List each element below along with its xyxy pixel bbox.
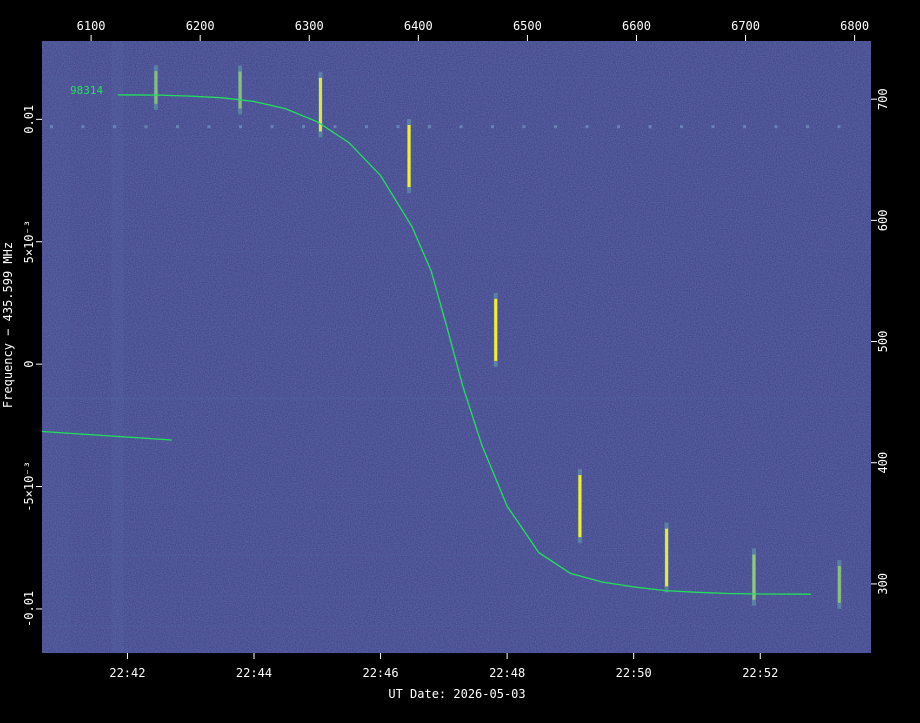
interference-dot	[743, 125, 746, 129]
interference-dot	[365, 125, 368, 129]
detection-mark	[494, 298, 498, 361]
x-axis-title: UT Date: 2026-05-03	[388, 687, 525, 701]
interference-line	[42, 595, 871, 598]
interference-dot	[207, 125, 211, 129]
interference-dot	[239, 125, 242, 129]
y-tick-label: 5×10⁻³	[22, 220, 36, 263]
detection-mark	[837, 566, 841, 603]
interference-dot	[491, 125, 494, 129]
vertical-interference-band	[42, 41, 70, 653]
interference-dot	[302, 125, 305, 129]
interference-line	[42, 326, 871, 329]
interference-dot	[459, 125, 463, 129]
x-axis-top: 6100 6200 6300 6400 6500 6600 6700 6800	[77, 19, 869, 41]
object-id-label: 98314	[70, 84, 103, 97]
interference-dot	[428, 125, 431, 129]
x-top-tick-label: 6400	[404, 19, 433, 33]
x-axis-bottom: 22:42 22:44 22:46 22:48 22:50 22:52	[109, 653, 778, 680]
interference-dot	[522, 125, 526, 129]
x-tick-label: 22:46	[362, 666, 398, 680]
x-tick-label: 22:44	[236, 666, 272, 680]
interference-line	[42, 76, 871, 79]
plot-area	[42, 41, 871, 653]
interference-dot	[144, 125, 148, 129]
chart-svg: 22:42 22:44 22:46 22:48 22:50 22:52 6100 6200 6…	[1, 19, 890, 701]
interference-dot	[554, 125, 557, 129]
interference-line	[42, 137, 871, 140]
detection-mark	[238, 71, 242, 109]
x-top-tick-label: 6800	[840, 19, 869, 33]
x-tick-label: 22:50	[616, 666, 652, 680]
interference-line	[42, 397, 871, 400]
interference-line	[42, 500, 871, 503]
x-top-tick-label: 6600	[622, 19, 651, 33]
interference-dot	[617, 125, 620, 129]
detection-mark	[154, 71, 158, 104]
interference-dot	[113, 125, 116, 129]
interference-dot	[176, 125, 179, 129]
detection-mark	[407, 125, 411, 188]
interference-dot	[806, 125, 809, 129]
y-right-tick-label: 600	[876, 210, 890, 232]
y-tick-label: -5×10⁻³	[22, 461, 36, 512]
y-tick-label: -0.01	[22, 591, 36, 627]
interference-line	[42, 554, 871, 557]
spectrogram-figure: 22:42 22:44 22:46 22:48 22:50 22:52 6100 6200 6…	[0, 0, 920, 719]
interference-dot	[585, 125, 589, 129]
y-axis-left: -0.01 -5×10⁻³ 0 5×10⁻³ 0.01	[22, 105, 42, 627]
interference-dot	[50, 125, 53, 129]
y-axis-title: Frequency − 435.599 MHz	[1, 242, 15, 408]
x-tick-label: 22:52	[742, 666, 778, 680]
y-right-tick-label: 400	[876, 452, 890, 474]
interference-dot	[81, 125, 85, 129]
interference-dot	[270, 125, 274, 129]
spectrogram-noise	[42, 41, 871, 653]
detection-mark	[578, 475, 582, 538]
x-top-tick-label: 6700	[731, 19, 760, 33]
y-right-tick-label: 300	[876, 573, 890, 595]
interference-dot	[774, 125, 778, 129]
interference-dot	[396, 125, 400, 129]
y-tick-label: 0.01	[22, 105, 36, 134]
detection-mark	[665, 528, 669, 587]
interference-dot	[333, 125, 337, 129]
x-top-tick-label: 6500	[513, 19, 542, 33]
vertical-interference-band	[111, 41, 124, 653]
y-right-tick-label: 500	[876, 331, 890, 353]
x-top-tick-label: 6300	[295, 19, 324, 33]
x-tick-label: 22:42	[109, 666, 145, 680]
interference-line	[42, 250, 871, 253]
x-top-tick-label: 6100	[77, 19, 106, 33]
y-right-tick-label: 700	[876, 88, 890, 110]
interference-dot	[711, 125, 715, 129]
y-axis-right: 300 400 500 600 700	[871, 88, 890, 595]
x-top-tick-label: 6200	[186, 19, 215, 33]
detection-mark	[752, 554, 756, 600]
y-tick-label: 0	[22, 360, 36, 367]
interference-dot	[680, 125, 683, 129]
interference-dot	[648, 125, 652, 129]
interference-line	[42, 625, 871, 628]
interference-dot	[837, 125, 841, 129]
x-tick-label: 22:48	[489, 666, 525, 680]
